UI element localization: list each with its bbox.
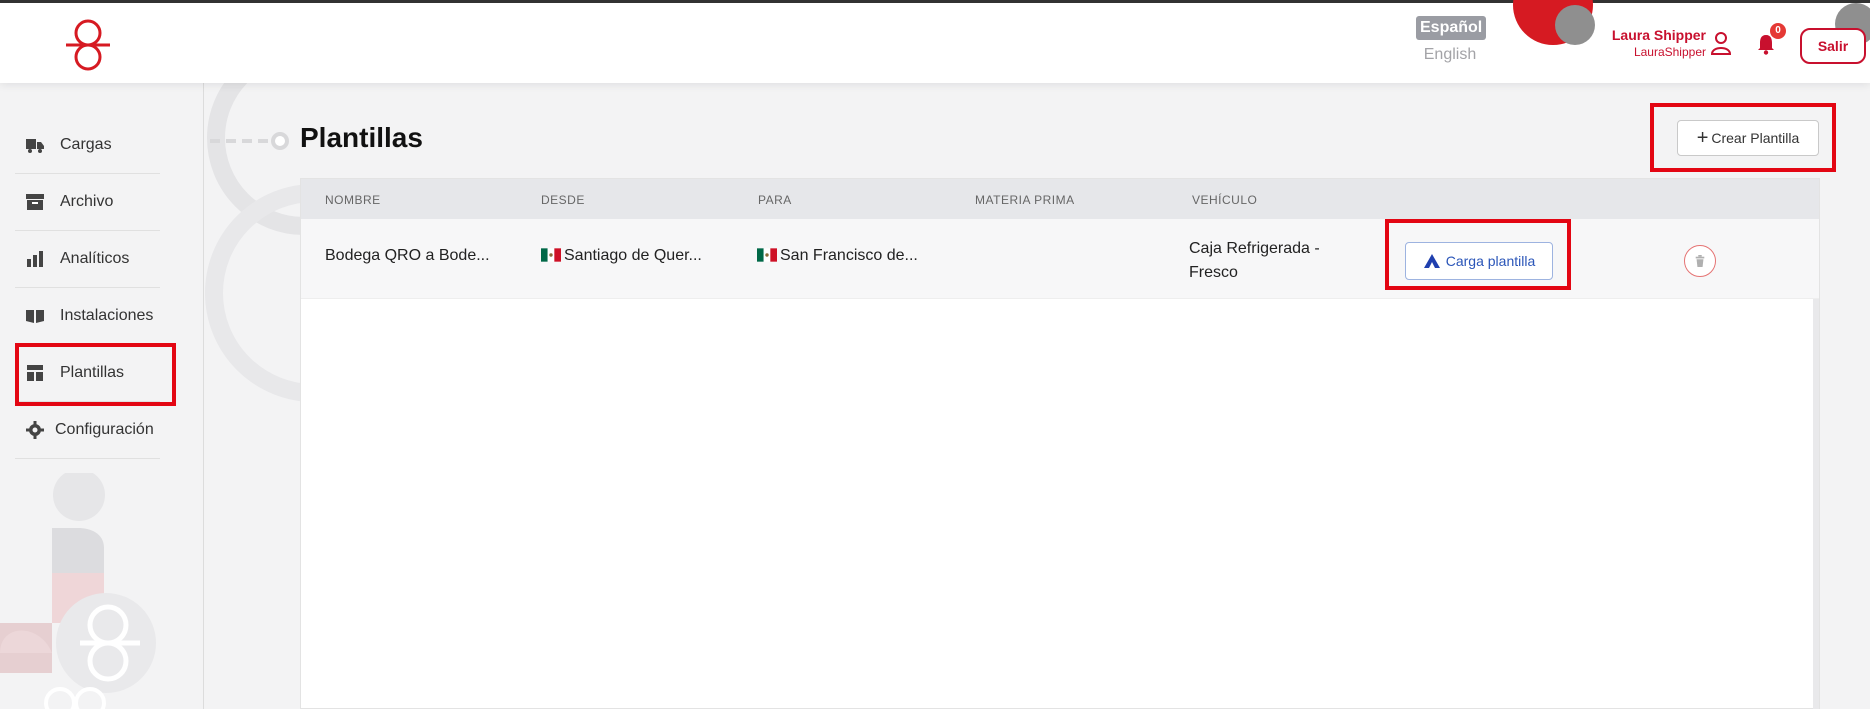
- bar-chart-icon: [27, 251, 43, 267]
- trash-icon: [1695, 255, 1705, 267]
- table-row[interactable]: Bodega QRO a Bode... Santiago de Quer...…: [301, 219, 1819, 299]
- lang-espanol[interactable]: Español: [1416, 16, 1487, 40]
- user-name: Laura Shipper: [1611, 27, 1706, 43]
- sidebar-item-analiticos[interactable]: Analíticos: [15, 231, 160, 288]
- title-connector-decoration: [210, 132, 289, 150]
- vehiculo-line-1: Caja Refrigerada -: [1189, 240, 1320, 257]
- language-switcher: Español English: [1416, 16, 1487, 64]
- sidebar-item-label: Cargas: [60, 136, 112, 153]
- table-header: NOMBRE DESDE PARA MATERIA PRIMA VEHÍCULO: [301, 179, 1819, 219]
- book-icon: [26, 310, 44, 323]
- user-icon[interactable]: [1710, 31, 1732, 55]
- templates-table: NOMBRE DESDE PARA MATERIA PRIMA VEHÍCULO…: [300, 178, 1820, 709]
- create-template-button[interactable]: + Crear Plantilla: [1677, 120, 1819, 156]
- cell-para-text: San Francisco de...: [780, 247, 918, 264]
- sidebar-item-cargas[interactable]: Cargas: [15, 117, 160, 174]
- sidebar-item-label: Analíticos: [60, 250, 130, 267]
- column-header-vehiculo: VEHÍCULO: [1192, 193, 1258, 207]
- header-decoration: [1555, 5, 1595, 45]
- cell-desde: Santiago de Quer...: [541, 247, 702, 265]
- mexico-flag-icon: [541, 248, 561, 262]
- sidebar-item-label: Configuración: [55, 421, 154, 438]
- vehiculo-line-2: Fresco: [1189, 264, 1238, 281]
- carga-plantilla-highlight: [1385, 219, 1571, 290]
- sidebar-item-label: Instalaciones: [60, 307, 154, 324]
- plus-icon: +: [1696, 127, 1709, 149]
- user-handle: LauraShipper: [1633, 45, 1706, 59]
- column-header-desde: DESDE: [541, 193, 585, 207]
- delete-template-button[interactable]: [1684, 245, 1716, 277]
- brand-logo-icon[interactable]: [60, 17, 116, 73]
- mexico-flag-icon: [757, 248, 777, 262]
- column-header-materia-prima: MATERIA PRIMA: [975, 193, 1075, 207]
- lang-english[interactable]: English: [1416, 46, 1484, 64]
- sidebar-item-configuracion[interactable]: Configuración: [15, 402, 160, 459]
- page-title: Plantillas: [300, 122, 423, 153]
- table-scroll-track[interactable]: [1813, 299, 1819, 709]
- column-header-nombre: NOMBRE: [325, 193, 381, 207]
- sidebar-item-instalaciones[interactable]: Instalaciones: [15, 288, 160, 345]
- cell-desde-text: Santiago de Quer...: [564, 247, 702, 264]
- gear-icon: [26, 421, 44, 439]
- cell-para: San Francisco de...: [757, 247, 918, 265]
- sidebar-item-archivo[interactable]: Archivo: [15, 174, 160, 231]
- cell-vehiculo: Caja Refrigerada - Fresco: [1189, 237, 1320, 285]
- logout-button[interactable]: Salir: [1800, 28, 1866, 64]
- create-template-label: Crear Plantilla: [1711, 130, 1800, 146]
- cell-nombre: Bodega QRO a Bode...: [325, 247, 490, 264]
- user-info: Laura Shipper LauraShipper: [1600, 27, 1706, 59]
- plantillas-nav-highlight: [15, 343, 176, 406]
- sidebar-decoration: [0, 473, 156, 709]
- top-header: Español English Laura Shipper LauraShipp…: [0, 0, 1870, 83]
- truck-icon: [26, 139, 44, 153]
- column-header-para: PARA: [758, 193, 792, 207]
- sidebar-item-label: Archivo: [60, 193, 114, 210]
- notification-badge: 0: [1770, 23, 1786, 39]
- archive-icon: [26, 194, 44, 210]
